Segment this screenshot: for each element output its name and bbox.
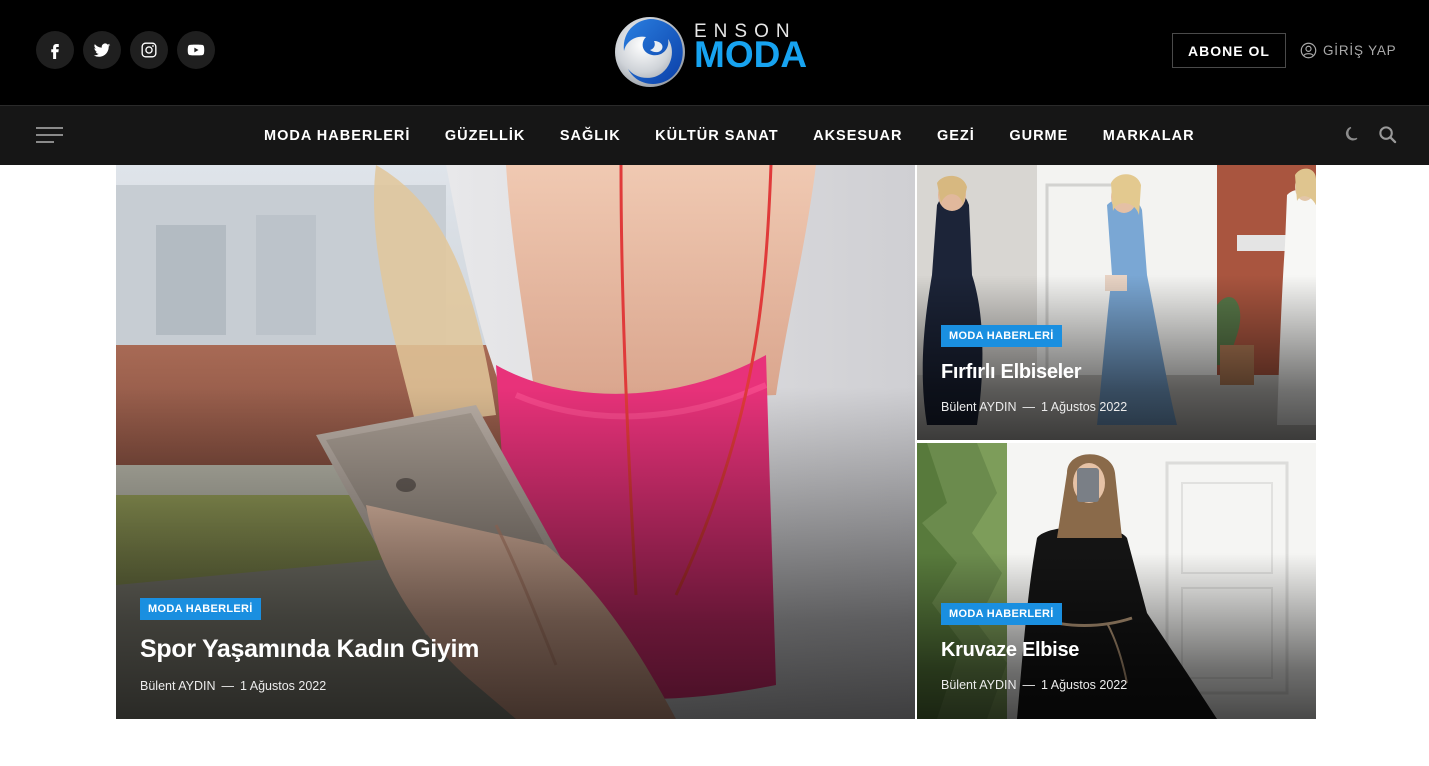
nav-item-aksesuar[interactable]: AKSESUAR: [813, 128, 902, 144]
meta-separator: —: [1022, 678, 1036, 692]
nav-item-markalar[interactable]: MARKALAR: [1103, 128, 1195, 144]
logo-mark-icon: [615, 17, 685, 87]
nav-item-moda-haberleri[interactable]: MODA HABERLERİ: [264, 128, 410, 144]
post-title[interactable]: Fırfırlı Elbiseler: [941, 361, 1082, 384]
category-badge[interactable]: MODA HABERLERİ: [941, 603, 1062, 625]
featured-post-main[interactable]: MODA HABERLERİ Spor Yaşamında Kadın Giyi…: [116, 165, 915, 719]
image-overlay: [917, 553, 1316, 719]
subscribe-button[interactable]: ABONE OL: [1172, 33, 1286, 68]
post-meta: Bülent AYDIN — 1 Ağustos 2022: [941, 400, 1127, 414]
category-badge[interactable]: MODA HABERLERİ: [140, 598, 261, 620]
post-author[interactable]: Bülent AYDIN: [941, 678, 1017, 692]
logo-main-text: MODA: [694, 34, 808, 75]
top-header: ENSON MODA ABONE OL GİRİŞ YAP: [0, 0, 1429, 105]
post-date: 1 Ağustos 2022: [240, 679, 327, 693]
featured-post-side-1[interactable]: MODA HABERLERİ Fırfırlı Elbiseler Bülent…: [917, 165, 1316, 440]
user-icon: [1300, 42, 1317, 58]
post-author[interactable]: Bülent AYDIN: [941, 400, 1017, 414]
post-author[interactable]: Bülent AYDIN: [140, 679, 216, 693]
instagram-icon[interactable]: [130, 31, 168, 69]
social-links: [36, 31, 215, 69]
post-date: 1 Ağustos 2022: [1041, 678, 1128, 692]
post-title[interactable]: Kruvaze Elbise: [941, 639, 1079, 662]
nav-item-kultur-sanat[interactable]: KÜLTÜR SANAT: [655, 128, 778, 144]
image-overlay: [116, 386, 915, 719]
dark-mode-icon[interactable]: [1344, 125, 1362, 143]
facebook-icon[interactable]: [36, 31, 74, 69]
category-badge[interactable]: MODA HABERLERİ: [941, 325, 1062, 347]
site-logo[interactable]: ENSON MODA: [614, 13, 814, 91]
login-link[interactable]: GİRİŞ YAP: [1300, 40, 1396, 60]
search-icon[interactable]: [1378, 125, 1397, 144]
featured-post-side-2[interactable]: MODA HABERLERİ Kruvaze Elbise Bülent AYD…: [917, 443, 1316, 719]
meta-separator: —: [221, 679, 235, 693]
menu-icon[interactable]: [36, 127, 63, 145]
post-title[interactable]: Spor Yaşamında Kadın Giyim: [140, 635, 479, 664]
image-overlay: [917, 275, 1316, 440]
nav-item-guzellik[interactable]: GÜZELLİK: [445, 128, 526, 144]
nav-item-gezi[interactable]: GEZİ: [937, 128, 975, 144]
post-meta: Bülent AYDIN — 1 Ağustos 2022: [140, 679, 326, 693]
post-meta: Bülent AYDIN — 1 Ağustos 2022: [941, 678, 1127, 692]
twitter-icon[interactable]: [83, 31, 121, 69]
youtube-icon[interactable]: [177, 31, 215, 69]
nav-item-gurme[interactable]: GURME: [1009, 128, 1068, 144]
nav-item-saglik[interactable]: SAĞLIK: [560, 128, 621, 144]
post-date: 1 Ağustos 2022: [1041, 400, 1128, 414]
login-label: GİRİŞ YAP: [1323, 42, 1397, 58]
main-nav: MODA HABERLERİ GÜZELLİK SAĞLIK KÜLTÜR SA…: [0, 105, 1429, 165]
meta-separator: —: [1022, 400, 1036, 414]
nav-menu: MODA HABERLERİ GÜZELLİK SAĞLIK KÜLTÜR SA…: [264, 106, 1195, 165]
